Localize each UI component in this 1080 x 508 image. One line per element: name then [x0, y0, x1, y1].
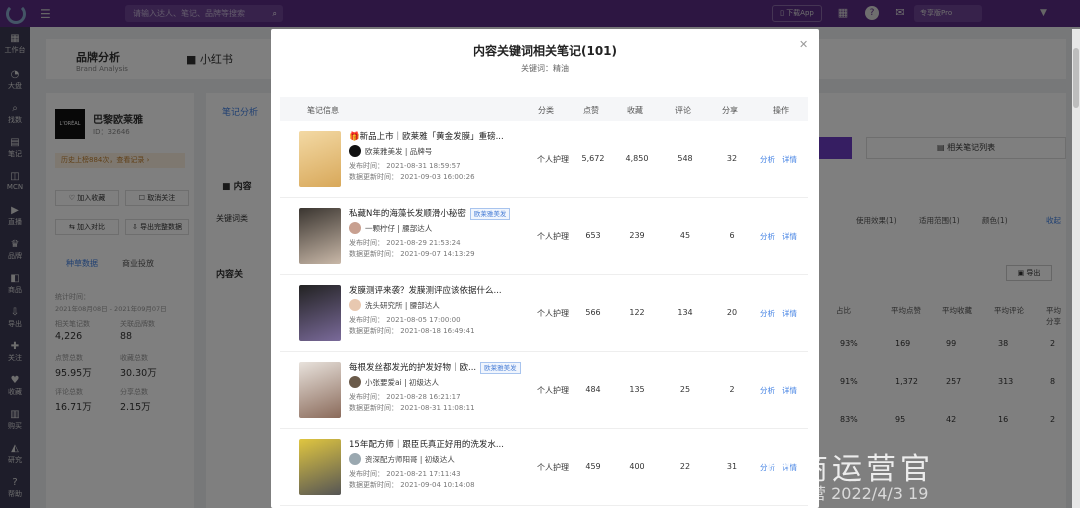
likes-cell: 653 [585, 231, 601, 240]
note-title[interactable]: 🎁新品上市｜欧莱雅「黄金发膜」重磅... [349, 130, 504, 142]
detail-link[interactable]: 详情 [782, 308, 797, 319]
note-author[interactable]: 资深配方师阳哥 | 初级达人 [349, 453, 455, 465]
publish-time: 发布时间： 2021-08-21 17:11:43 [349, 470, 461, 478]
publish-time: 发布时间： 2021-08-29 21:53:24 [349, 239, 461, 247]
table-row: 15年配方师｜跟臣氏真正好用的洗发水... 资深配方师阳哥 | 初级达人发布时间：… [280, 429, 808, 506]
brand-tag: 欧莱雅美发 [469, 208, 511, 220]
shares-cell: 20 [726, 308, 738, 317]
note-thumbnail[interactable] [299, 439, 341, 495]
collects-cell: 239 [629, 231, 645, 240]
avatar [349, 453, 361, 465]
note-title[interactable]: 发膜测评来袭？发膜测评应该依据什么... [349, 284, 502, 296]
update-time: 数据更新时间： 2021-09-07 14:13:29 [349, 250, 475, 258]
comments-cell: 22 [679, 462, 691, 471]
table-row: 🎁新品上市｜欧莱雅「黄金发膜」重磅... 欧莱雅美发 | 品牌号发布时间： 202… [280, 121, 808, 198]
note-author[interactable]: 欧莱雅美发 | 品牌号 [349, 145, 432, 157]
detail-link[interactable]: 详情 [782, 385, 797, 396]
note-author[interactable]: 洗头研究所 | 腰部达人 [349, 299, 440, 311]
avatar [349, 299, 361, 311]
shares-cell: 6 [729, 231, 735, 240]
update-time: 数据更新时间： 2021-08-31 11:08:11 [349, 404, 475, 412]
analyze-link[interactable]: 分析 [760, 154, 775, 165]
modal-keyword: 关键词：精油 [521, 64, 569, 73]
note-title[interactable]: 私藏N年的海藻长发顺滑小秘密 欧莱雅美发 [349, 207, 511, 220]
shares-cell: 2 [729, 385, 735, 394]
column-header: 分类 [538, 106, 554, 115]
likes-cell: 5,672 [581, 154, 605, 163]
comments-cell: 134 [677, 308, 693, 317]
analyze-link[interactable]: 分析 [760, 385, 775, 396]
table-row: 每根发丝都发光的护发好物｜欧... 欧莱雅美发 小张要爱ai | 初级达人发布时间：… [280, 352, 808, 429]
note-author[interactable]: 小张要爱ai | 初级达人 [349, 376, 439, 388]
table-header: 笔记信息 分类 点赞 收藏 评论 分享 操作 [280, 97, 808, 121]
note-thumbnail[interactable] [299, 362, 341, 418]
shares-cell: 32 [726, 154, 738, 163]
shares-cell: 31 [726, 462, 738, 471]
note-thumbnail[interactable] [299, 285, 341, 341]
publish-time: 发布时间： 2021-08-28 16:21:17 [349, 393, 461, 401]
likes-cell: 459 [585, 462, 601, 471]
avatar [349, 145, 361, 157]
avatar [349, 376, 361, 388]
watermark-text: 电商运营 2022/4/3 19 [762, 484, 929, 503]
detail-link[interactable]: 详情 [782, 231, 797, 242]
table-row: 发膜测评来袭？发膜测评应该依据什么... 洗头研究所 | 腰部达人发布时间： 20… [280, 275, 808, 352]
collects-cell: 400 [629, 462, 645, 471]
note-title[interactable]: 每根发丝都发光的护发好物｜欧... 欧莱雅美发 [349, 361, 521, 374]
note-author[interactable]: 一颗柠仔 | 腰部达人 [349, 222, 432, 234]
likes-cell: 484 [585, 385, 601, 394]
modal-title: 内容关键词相关笔记(101) [472, 44, 618, 58]
collects-cell: 4,850 [625, 154, 649, 163]
collects-cell: 135 [629, 385, 645, 394]
close-icon[interactable]: ✕ [799, 38, 808, 51]
note-title[interactable]: 15年配方师｜跟臣氏真正好用的洗发水... [349, 438, 504, 450]
note-thumbnail[interactable] [299, 208, 341, 264]
column-header: 点赞 [583, 106, 599, 115]
publish-time: 发布时间： 2021-08-05 17:00:00 [349, 316, 461, 324]
update-time: 数据更新时间： 2021-09-04 10:14:08 [349, 481, 475, 489]
comments-cell: 548 [677, 154, 693, 163]
likes-cell: 566 [585, 308, 601, 317]
analyze-link[interactable]: 分析 [760, 308, 775, 319]
update-time: 数据更新时间： 2021-09-03 16:00:26 [349, 173, 475, 181]
brand-tag: 欧莱雅美发 [480, 362, 521, 374]
update-time: 数据更新时间： 2021-08-18 16:49:41 [349, 327, 475, 335]
table-row: 私藏N年的海藻长发顺滑小秘密 欧莱雅美发 一颗柠仔 | 腰部达人发布时间： 2021… [280, 198, 808, 275]
related-notes-modal: 内容关键词相关笔记(101) 关键词：精油 ✕ 笔记信息 分类 点赞 收藏 评论 分享 操作… [271, 29, 819, 508]
column-header: 评论 [675, 106, 691, 115]
note-thumbnail[interactable] [299, 131, 341, 187]
column-header: 收藏 [627, 106, 643, 115]
analyze-link[interactable]: 分析 [760, 231, 775, 242]
comments-cell: 25 [679, 385, 691, 394]
column-header: 笔记信息 [307, 106, 339, 115]
publish-time: 发布时间： 2021-08-31 18:59:57 [349, 162, 461, 170]
column-header: 操作 [773, 106, 789, 115]
detail-link[interactable]: 详情 [782, 154, 797, 165]
collects-cell: 122 [629, 308, 645, 317]
avatar [349, 222, 361, 234]
comments-cell: 45 [679, 231, 691, 240]
scrollbar-thumb[interactable] [1073, 48, 1079, 108]
column-header: 分享 [722, 106, 738, 115]
